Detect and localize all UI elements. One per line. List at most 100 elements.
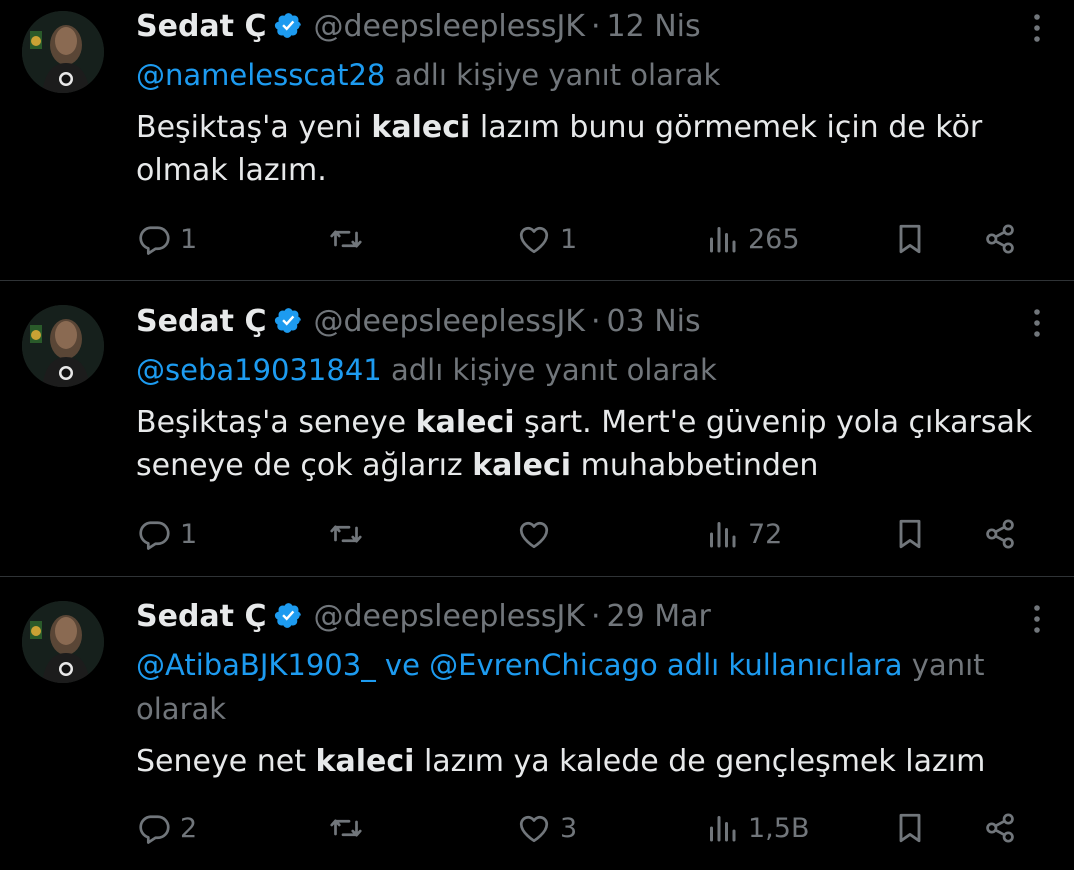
tweet[interactable]: Sedat Ç @deepsleeplessJK · 29 Mar @AtibaBJK… [0, 577, 1074, 870]
retweet-icon [330, 230, 362, 248]
retweet-icon [330, 819, 362, 837]
heart-icon [519, 521, 549, 549]
view-count: 72 [748, 518, 783, 550]
reply-icon [139, 226, 170, 255]
author-handle[interactable]: @deepsleeplessJK [313, 599, 585, 634]
like-count: 3 [560, 812, 578, 844]
verified-badge-icon [274, 11, 303, 40]
avatar-image [22, 11, 104, 93]
author-name[interactable]: Sedat Ç [136, 9, 266, 44]
more-vertical-icon[interactable] [1030, 308, 1044, 338]
views-button[interactable]: 265 [704, 219, 800, 259]
bookmark-button[interactable] [892, 808, 928, 848]
share-button[interactable] [982, 514, 1018, 554]
reply-icon [139, 521, 170, 550]
separator: · [590, 304, 601, 339]
tweet-date[interactable]: 29 Mar [607, 599, 711, 634]
tweet-text: Beşiktaş'a yeni kaleci lazım bunu görmem… [136, 106, 982, 192]
action-bar: 1 72 [136, 514, 1036, 554]
separator: · [590, 599, 601, 634]
tweet-text: Beşiktaş'a seneye kaleci şart. Mert'e gü… [136, 401, 1032, 487]
retweet-button[interactable] [328, 808, 372, 848]
share-icon [986, 519, 1014, 549]
tweet-text-line: Beşiktaş'a yeni kaleci lazım bunu görmem… [136, 110, 983, 145]
views-icon [710, 522, 736, 548]
tweet-text-line: Beşiktaş'a seneye kaleci şart. Mert'e gü… [136, 405, 1033, 440]
retweet-button[interactable] [328, 514, 372, 554]
heart-icon [519, 815, 549, 843]
reply-button[interactable]: 1 [136, 514, 197, 554]
avatar-image [22, 305, 104, 387]
like-button[interactable] [516, 514, 560, 554]
author-name[interactable]: Sedat Ç [136, 599, 266, 634]
share-icon [986, 224, 1014, 254]
highlighted-keyword: kaleci [371, 110, 471, 145]
more-vertical-icon[interactable] [1030, 13, 1044, 43]
reply-count: 1 [180, 223, 198, 255]
tweet-header: Sedat Ç @deepsleeplessJK · 12 Nis [136, 8, 701, 46]
author-handle[interactable]: @deepsleeplessJK [313, 9, 585, 44]
tweet-text: Seneye net kaleci lazım ya kalede de gen… [136, 740, 985, 783]
retweet-icon [330, 525, 362, 543]
author-handle[interactable]: @deepsleeplessJK [313, 304, 585, 339]
reply-context-text: adlı kişiye yanıt olarak [390, 353, 717, 387]
tweet[interactable]: Sedat Ç @deepsleeplessJK · 03 Nis @seba1903… [0, 281, 1074, 576]
bookmark-button[interactable] [892, 219, 928, 259]
bookmark-icon [899, 813, 921, 843]
reply-button[interactable]: 1 [136, 219, 197, 259]
tweet-text-line: Seneye net kaleci lazım ya kalede de gen… [136, 744, 986, 779]
avatar[interactable] [22, 305, 104, 387]
retweet-button[interactable] [328, 219, 372, 259]
reply-context-text: yanıt [911, 648, 985, 682]
highlighted-keyword: kaleci [472, 448, 572, 483]
highlighted-keyword: kaleci [415, 405, 515, 440]
like-button[interactable]: 1 [516, 219, 577, 259]
tweet-text-line: olmak lazım. [136, 153, 327, 188]
views-icon [710, 816, 736, 842]
reply-mention-link[interactable]: @namelesscat28 [136, 58, 385, 92]
views-button[interactable]: 72 [704, 514, 782, 554]
avatar-image [22, 601, 104, 683]
views-button[interactable]: 1,5B [704, 808, 809, 848]
avatar[interactable] [22, 601, 104, 683]
reply-button[interactable]: 2 [136, 808, 197, 848]
bookmark-icon [899, 224, 921, 254]
like-count: 1 [560, 223, 578, 255]
reply-count: 1 [180, 518, 198, 550]
verified-badge-icon [274, 601, 303, 630]
tweet-header: Sedat Ç @deepsleeplessJK · 29 Mar [136, 598, 711, 636]
tweet-date[interactable]: 03 Nis [607, 304, 701, 339]
reply-context: @AtibaBJK1903_ ve @EvrenChicago adlı kul… [136, 643, 985, 731]
reply-mention-link[interactable]: @AtibaBJK1903_ ve @EvrenChicago adlı kul… [136, 648, 903, 682]
like-button[interactable]: 3 [516, 808, 577, 848]
tweet-date[interactable]: 12 Nis [607, 9, 701, 44]
author-name[interactable]: Sedat Ç [136, 304, 266, 339]
views-icon [710, 227, 736, 253]
bookmark-button[interactable] [892, 514, 928, 554]
avatar[interactable] [22, 11, 104, 93]
separator: · [590, 9, 601, 44]
verified-badge-icon [274, 306, 303, 335]
highlighted-keyword: kaleci [315, 744, 415, 779]
tweet[interactable]: Sedat Ç @deepsleeplessJK · 12 Nis @nameless… [0, 0, 1074, 280]
action-bar: 2 3 1,5B [136, 808, 1036, 848]
view-count: 1,5B [748, 812, 810, 844]
share-button[interactable] [982, 219, 1018, 259]
action-bar: 1 1 265 [136, 219, 1036, 259]
more-vertical-icon[interactable] [1030, 604, 1044, 634]
reply-mention-link[interactable]: @seba19031841 [136, 353, 382, 387]
tweet-text-line: seneye de çok ağlarız kaleci muhabbetind… [136, 448, 819, 483]
view-count: 265 [748, 223, 800, 255]
tweet-feed: Sedat Ç @deepsleeplessJK · 12 Nis @nameless… [0, 0, 1074, 870]
heart-icon [519, 226, 549, 254]
reply-count: 2 [180, 812, 198, 844]
reply-context-text: adlı kişiye yanıt olarak [394, 58, 721, 92]
reply-context: @namelesscat28 adlı kişiye yanıt olarak [136, 53, 720, 97]
reply-context-text: olarak [136, 692, 227, 726]
reply-icon [139, 815, 170, 844]
share-button[interactable] [982, 808, 1018, 848]
reply-context: @seba19031841 adlı kişiye yanıt olarak [136, 348, 717, 392]
bookmark-icon [899, 519, 921, 549]
tweet-header: Sedat Ç @deepsleeplessJK · 03 Nis [136, 303, 701, 341]
share-icon [986, 813, 1014, 843]
